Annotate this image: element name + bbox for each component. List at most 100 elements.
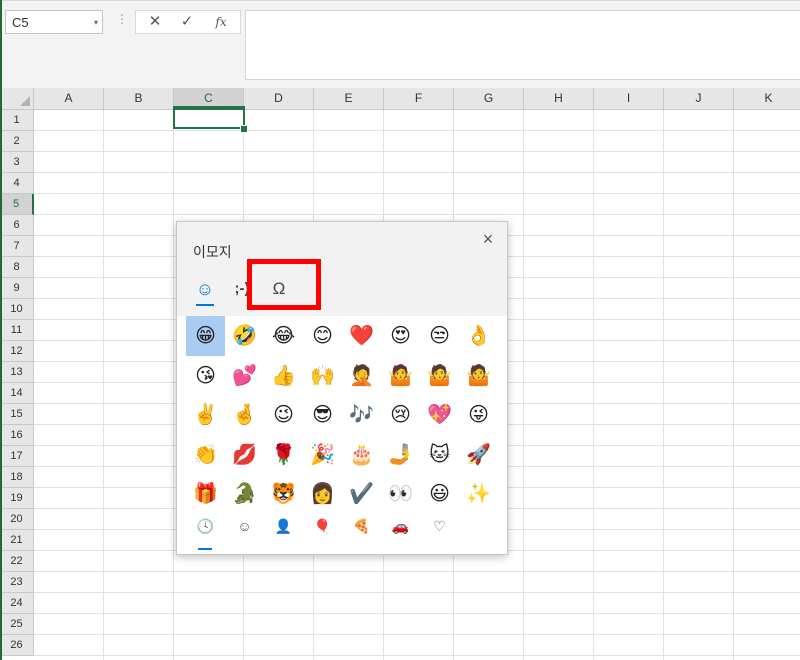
emoji-item[interactable]: 👀 <box>381 474 420 514</box>
row-header-19[interactable]: 19 <box>0 488 34 509</box>
emoji-item[interactable]: 🤦 <box>342 356 381 396</box>
row-header-9[interactable]: 9 <box>0 278 34 299</box>
emoji-item[interactable]: 💕 <box>225 356 264 396</box>
column-header-h[interactable]: H <box>524 88 594 110</box>
emoji-item[interactable]: 🎶 <box>342 395 381 435</box>
name-box[interactable]: C5 ▾ <box>5 10 103 34</box>
emoji-item[interactable]: 😂 <box>264 316 303 356</box>
row-header-6[interactable]: 6 <box>0 215 34 236</box>
row-header-8[interactable]: 8 <box>0 257 34 278</box>
tab-emoji-underline <box>196 304 214 306</box>
row-header-11[interactable]: 11 <box>0 320 34 341</box>
category-people-icon[interactable]: 👤 <box>264 511 303 541</box>
active-cell-c5[interactable] <box>173 106 245 129</box>
emoji-item[interactable]: 😒 <box>420 316 459 356</box>
emoji-panel-title: 이모지 <box>193 244 232 260</box>
row-header-20[interactable]: 20 <box>0 509 34 530</box>
emoji-item[interactable]: 😉 <box>264 395 303 435</box>
emoji-item[interactable]: 🤷 <box>420 356 459 396</box>
row-header-10[interactable]: 10 <box>0 299 34 320</box>
emoji-item[interactable]: 👏 <box>186 435 225 475</box>
enter-check-icon[interactable]: ✓ <box>174 13 200 31</box>
emoji-item[interactable]: 🤷 <box>459 356 498 396</box>
row-header-24[interactable]: 24 <box>0 593 34 614</box>
emoji-item[interactable]: 😜 <box>459 395 498 435</box>
row-header-7[interactable]: 7 <box>0 236 34 257</box>
row-header-21[interactable]: 21 <box>0 530 34 551</box>
row-header-25[interactable]: 25 <box>0 614 34 635</box>
emoji-item[interactable]: 👩 <box>303 474 342 514</box>
fill-handle[interactable] <box>240 125 248 133</box>
emoji-item[interactable]: 😍 <box>381 316 420 356</box>
row-header-16[interactable]: 16 <box>0 425 34 446</box>
row-header-23[interactable]: 23 <box>0 572 34 593</box>
emoji-item[interactable]: ✨ <box>459 474 498 514</box>
emoji-item[interactable]: 🚀 <box>459 435 498 475</box>
emoji-item[interactable]: 🤳 <box>381 435 420 475</box>
emoji-item[interactable]: 😘 <box>186 356 225 396</box>
column-header-g[interactable]: G <box>454 88 524 110</box>
row-header-26[interactable]: 26 <box>0 635 34 656</box>
emoji-item[interactable]: ✔️ <box>342 474 381 514</box>
emoji-item[interactable]: 😎 <box>303 395 342 435</box>
row-header-3[interactable]: 3 <box>0 152 34 173</box>
row-header-13[interactable]: 13 <box>0 362 34 383</box>
category-recent-icon[interactable]: 🕓 <box>186 511 225 541</box>
formula-input[interactable] <box>245 10 800 80</box>
emoji-panel: 이모지 × ☺ ;-) Ω 😁 🤣 😂 😊 ❤️ 😍 😒 👌 😘 💕 👍 🙌 🤦 🤷 🤷 🤷 ✌️ 🤞 😉 😎 🎶 😢 💖 😜… <box>176 221 508 555</box>
category-symbols-icon[interactable]: ♡ <box>420 511 459 541</box>
row-header-4[interactable]: 4 <box>0 173 34 194</box>
category-food-icon[interactable]: 🍕 <box>342 511 381 541</box>
emoji-item[interactable]: 🤣 <box>225 316 264 356</box>
column-header-k[interactable]: K <box>734 88 800 110</box>
tab-emoji[interactable]: ☺ <box>191 274 219 304</box>
emoji-item[interactable]: 😊 <box>303 316 342 356</box>
emoji-item[interactable]: 😢 <box>381 395 420 435</box>
emoji-item[interactable]: 💋 <box>225 435 264 475</box>
column-header-a[interactable]: A <box>34 88 104 110</box>
row-header-1[interactable]: 1 <box>0 110 34 131</box>
ribbon-divider <box>0 0 800 1</box>
chevron-down-icon[interactable]: ▾ <box>94 18 98 27</box>
row-header-18[interactable]: 18 <box>0 467 34 488</box>
select-all-button[interactable] <box>0 88 34 110</box>
category-travel-icon[interactable]: 🚗 <box>381 511 420 541</box>
emoji-item[interactable]: ❤️ <box>342 316 381 356</box>
column-header-i[interactable]: I <box>594 88 664 110</box>
emoji-item[interactable]: ✌️ <box>186 395 225 435</box>
emoji-item[interactable]: 🙌 <box>303 356 342 396</box>
row-header-22[interactable]: 22 <box>0 551 34 572</box>
emoji-item[interactable]: 🎂 <box>342 435 381 475</box>
column-header-f[interactable]: F <box>384 88 454 110</box>
row-header-5[interactable]: 5 <box>0 194 34 215</box>
category-celebrations-icon[interactable]: 🎈 <box>303 511 342 541</box>
emoji-item[interactable]: 😁 <box>186 316 225 356</box>
column-header-e[interactable]: E <box>314 88 384 110</box>
emoji-item[interactable]: 😃 <box>420 474 459 514</box>
close-icon[interactable]: × <box>477 228 499 250</box>
column-header-d[interactable]: D <box>244 88 314 110</box>
emoji-item[interactable]: 👌 <box>459 316 498 356</box>
category-smileys-icon[interactable]: ☺ <box>225 511 264 541</box>
emoji-item[interactable]: 🤷 <box>381 356 420 396</box>
category-recent-underline <box>198 548 212 550</box>
emoji-item[interactable]: 🐯 <box>264 474 303 514</box>
row-header-2[interactable]: 2 <box>0 131 34 152</box>
emoji-item[interactable]: 🌹 <box>264 435 303 475</box>
emoji-item[interactable]: 🐱 <box>420 435 459 475</box>
emoji-item[interactable]: 💖 <box>420 395 459 435</box>
row-header-15[interactable]: 15 <box>0 404 34 425</box>
row-header-12[interactable]: 12 <box>0 341 34 362</box>
emoji-item[interactable]: 🤞 <box>225 395 264 435</box>
emoji-item[interactable]: 🎉 <box>303 435 342 475</box>
row-header-17[interactable]: 17 <box>0 446 34 467</box>
emoji-item[interactable]: 🎁 <box>186 474 225 514</box>
emoji-item[interactable]: 🐊 <box>225 474 264 514</box>
cancel-icon[interactable]: ✕ <box>142 13 168 31</box>
resize-handle-icon[interactable]: ⋮ <box>116 12 128 26</box>
column-header-j[interactable]: J <box>664 88 734 110</box>
row-header-14[interactable]: 14 <box>0 383 34 404</box>
insert-function-icon[interactable]: fx <box>208 13 234 31</box>
emoji-item[interactable]: 👍 <box>264 356 303 396</box>
column-header-b[interactable]: B <box>104 88 174 110</box>
